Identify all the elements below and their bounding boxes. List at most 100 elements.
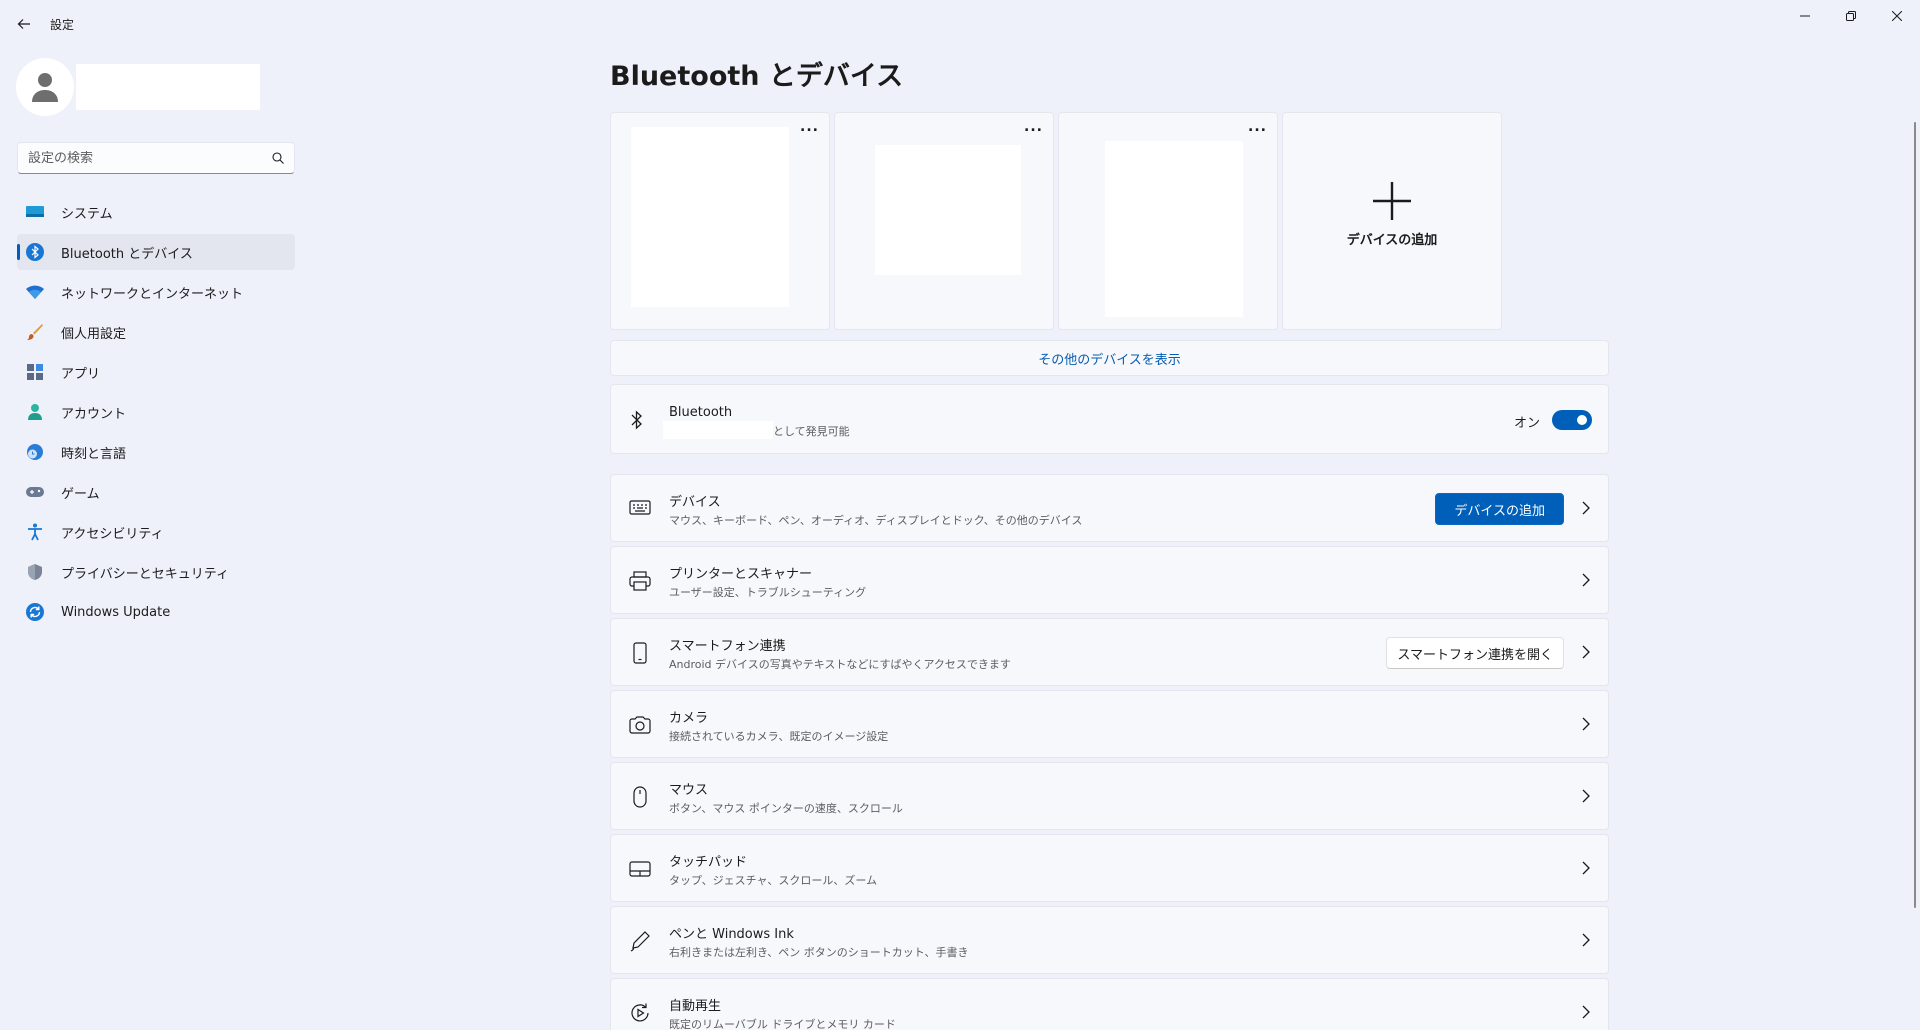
close-button[interactable]	[1874, 0, 1920, 32]
page-title: Bluetooth とデバイス	[610, 61, 904, 92]
time-language-icon	[25, 442, 45, 462]
settings-row-pen[interactable]: ペンと Windows Ink 右利きまたは左利き、ペン ボタンのショートカット…	[610, 906, 1609, 974]
wifi-icon	[25, 282, 45, 302]
row-subtitle: タップ、ジェスチャ、スクロール、ズーム	[669, 874, 878, 887]
pen-icon	[629, 930, 651, 952]
open-phone-link-button[interactable]: スマートフォン連携を開く	[1386, 637, 1564, 669]
settings-row-printers[interactable]: プリンターとスキャナー ユーザー設定、トラブルシューティング	[610, 546, 1609, 614]
back-button[interactable]	[12, 12, 36, 36]
row-title: カメラ	[669, 711, 709, 726]
sidebar-item-personalization[interactable]: 個人用設定	[17, 314, 295, 350]
apps-icon	[25, 362, 45, 382]
row-subtitle: 右利きまたは左利き、ペン ボタンのショートカット、手書き	[669, 946, 969, 959]
settings-row-autoplay[interactable]: 自動再生 既定のリムーバブル ドライブとメモリ カード	[610, 978, 1609, 1030]
bluetooth-card: Bluetooth として発見可能 オン	[610, 384, 1609, 454]
chevron-right-icon	[1582, 933, 1590, 947]
more-options-button[interactable]: ...	[800, 119, 819, 135]
window-controls	[1782, 0, 1920, 32]
bluetooth-title: Bluetooth	[669, 405, 733, 420]
sidebar-item-label: ゲーム	[61, 486, 100, 502]
person-icon	[32, 73, 58, 102]
sidebar-item-network[interactable]: ネットワークとインターネット	[17, 274, 295, 310]
sidebar-item-label: アカウント	[61, 406, 127, 422]
restore-icon	[1846, 11, 1856, 21]
chevron-right-icon	[1582, 789, 1590, 803]
scrollbar[interactable]	[1914, 122, 1916, 908]
minimize-button[interactable]	[1782, 0, 1828, 32]
sidebar-item-label: Windows Update	[61, 604, 171, 620]
sidebar-item-label: アクセシビリティ	[61, 526, 164, 542]
settings-row-devices[interactable]: デバイス マウス、キーボード、ペン、オーディオ、ディスプレイとドック、その他のデ…	[610, 474, 1609, 542]
settings-search[interactable]	[17, 142, 295, 174]
account-icon	[25, 402, 45, 422]
row-subtitle: マウス、キーボード、ペン、オーディオ、ディスプレイとドック、その他のデバイス	[669, 514, 1083, 527]
search-icon[interactable]	[272, 152, 284, 164]
bluetooth-icon	[25, 242, 45, 262]
row-title: 自動再生	[669, 999, 722, 1014]
restore-button[interactable]	[1828, 0, 1874, 32]
device-tile[interactable]: ...	[610, 112, 830, 330]
sidebar-item-apps[interactable]: アプリ	[17, 354, 295, 390]
device-tile-redacted	[1105, 141, 1243, 317]
sidebar-item-label: 個人用設定	[61, 326, 127, 342]
more-options-button[interactable]: ...	[1248, 119, 1267, 135]
add-device-tile[interactable]: デバイスの追加	[1282, 112, 1502, 330]
chevron-right-icon	[1582, 573, 1590, 587]
sidebar-item-label: ネットワークとインターネット	[61, 286, 244, 302]
row-subtitle: Android デバイスの写真やテキストなどにすばやくアクセスできます	[669, 658, 1011, 671]
shield-icon	[25, 562, 45, 582]
sidebar-item-windows-update[interactable]: Windows Update	[17, 594, 295, 630]
printer-icon	[629, 570, 651, 592]
bluetooth-toggle[interactable]	[1552, 410, 1592, 430]
touchpad-icon	[629, 858, 651, 880]
profile-name-redacted	[76, 64, 260, 110]
device-tiles: ... ... ... デバイスの追加	[610, 112, 1502, 330]
bluetooth-icon	[631, 410, 642, 430]
sidebar-item-accounts[interactable]: アカウント	[17, 394, 295, 430]
device-name-redacted	[663, 421, 773, 439]
minimize-icon	[1800, 15, 1810, 17]
settings-row-mouse[interactable]: マウス ボタン、マウス ポインターの速度、スクロール	[610, 762, 1609, 830]
brush-icon	[25, 322, 45, 342]
row-title: ペンと Windows Ink	[669, 927, 794, 942]
mouse-icon	[629, 786, 651, 808]
gamepad-icon	[25, 482, 45, 502]
avatar	[16, 58, 74, 116]
sidebar-item-label: システム	[61, 206, 113, 222]
add-device-button[interactable]: デバイスの追加	[1435, 493, 1564, 525]
title-bar: 設定	[0, 0, 1920, 48]
sidebar-item-label: 時刻と言語	[61, 446, 127, 462]
sidebar-nav: システム Bluetooth とデバイス ネットワークとインターネット 個人用設…	[17, 194, 295, 634]
sidebar-item-privacy[interactable]: プライバシーとセキュリティ	[17, 554, 295, 590]
sidebar-item-bluetooth[interactable]: Bluetooth とデバイス	[17, 234, 295, 270]
system-icon	[25, 202, 45, 222]
device-tile[interactable]: ...	[1058, 112, 1278, 330]
accessibility-icon	[25, 522, 45, 542]
chevron-right-icon	[1582, 501, 1590, 515]
autoplay-icon	[629, 1002, 651, 1024]
sidebar-item-system[interactable]: システム	[17, 194, 295, 230]
search-input[interactable]	[28, 150, 272, 166]
show-more-devices-link[interactable]: その他のデバイスを表示	[610, 340, 1609, 376]
settings-row-camera[interactable]: カメラ 接続されているカメラ、既定のイメージ設定	[610, 690, 1609, 758]
sidebar-item-label: プライバシーとセキュリティ	[61, 566, 229, 582]
chevron-right-icon	[1582, 861, 1590, 875]
row-subtitle: ユーザー設定、トラブルシューティング	[669, 586, 867, 599]
add-device-label: デバイスの追加	[1346, 232, 1438, 248]
settings-row-touchpad[interactable]: タッチパッド タップ、ジェスチャ、スクロール、ズーム	[610, 834, 1609, 902]
more-options-button[interactable]: ...	[1024, 119, 1043, 135]
user-profile[interactable]	[16, 58, 260, 116]
bluetooth-discoverable-text: として発見可能	[773, 425, 850, 438]
sidebar-item-time-language[interactable]: 時刻と言語	[17, 434, 295, 470]
device-tile-redacted	[631, 127, 789, 307]
row-title: デバイス	[669, 495, 721, 510]
phone-icon	[629, 642, 651, 664]
device-tile-redacted	[875, 145, 1021, 275]
sidebar-item-accessibility[interactable]: アクセシビリティ	[17, 514, 295, 550]
device-tile[interactable]: ...	[834, 112, 1054, 330]
windows-update-icon	[25, 602, 45, 622]
settings-row-phone-link[interactable]: スマートフォン連携 Android デバイスの写真やテキストなどにすばやくアクセ…	[610, 618, 1609, 686]
sidebar-item-gaming[interactable]: ゲーム	[17, 474, 295, 510]
chevron-right-icon	[1582, 645, 1590, 659]
row-subtitle: 既定のリムーバブル ドライブとメモリ カード	[669, 1018, 896, 1030]
